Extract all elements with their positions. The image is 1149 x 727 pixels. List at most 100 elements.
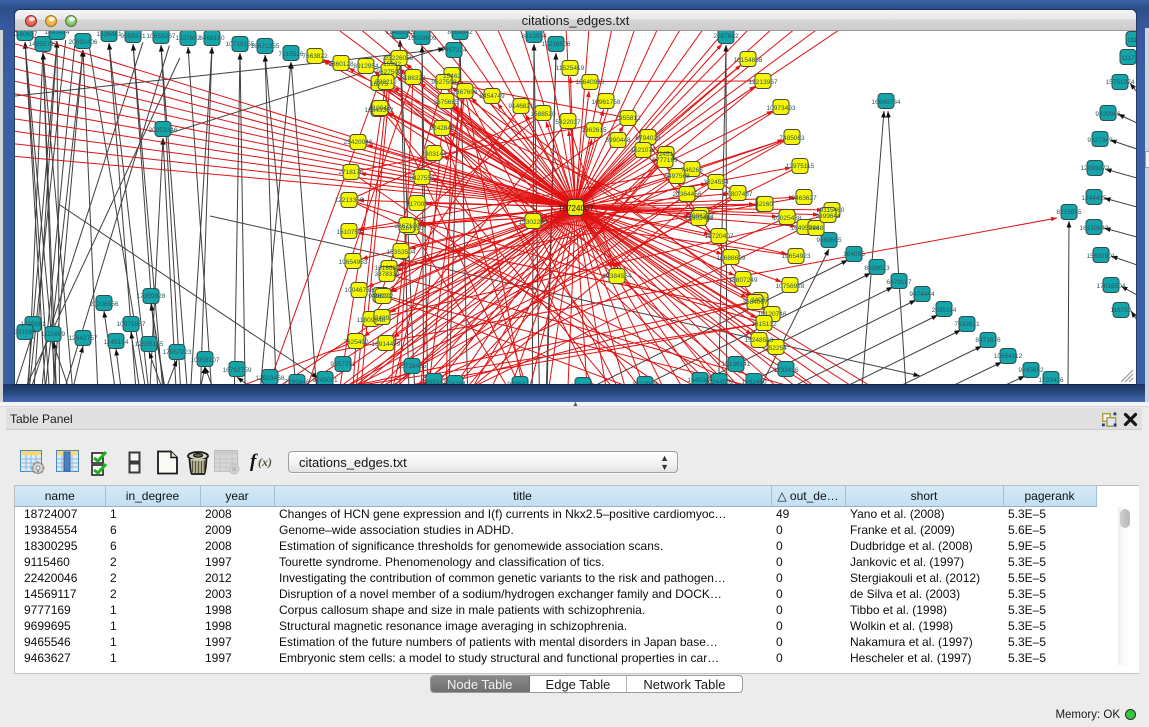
svg-text:8990448: 8990448 <box>605 137 631 144</box>
svg-text:10154838: 10154838 <box>734 57 763 64</box>
svg-text:15716485: 15716485 <box>398 363 427 370</box>
svg-text:16961758: 16961758 <box>592 99 621 106</box>
svg-text:62160: 62160 <box>755 201 773 208</box>
svg-text:817006: 817006 <box>406 201 428 208</box>
svg-text:5322037: 5322037 <box>555 119 581 126</box>
svg-text:10807487: 10807487 <box>724 191 753 198</box>
svg-text:12213369: 12213369 <box>335 197 364 204</box>
svg-text:1145194: 1145194 <box>104 339 129 346</box>
svg-text:1610755: 1610755 <box>336 229 362 236</box>
svg-text:16671355: 16671355 <box>251 43 280 50</box>
svg-text:9699644: 9699644 <box>815 213 841 220</box>
svg-text:1621072: 1621072 <box>630 147 656 154</box>
svg-text:9245652: 9245652 <box>1018 367 1044 374</box>
svg-text:8215955: 8215955 <box>1056 209 1082 216</box>
svg-text:10025438: 10025438 <box>773 215 802 222</box>
svg-text:1117: 1117 <box>1121 55 1135 62</box>
svg-text:7485063: 7485063 <box>779 135 805 142</box>
svg-text:15751074: 15751074 <box>1106 79 1135 86</box>
svg-text:7663822: 7663822 <box>302 53 328 60</box>
svg-text:9627506: 9627506 <box>376 69 402 76</box>
svg-text:18807249: 18807249 <box>729 277 758 284</box>
svg-text:1588520: 1588520 <box>530 111 556 118</box>
svg-text:8813054: 8813054 <box>521 33 547 40</box>
svg-text:10654112: 10654112 <box>994 353 1023 360</box>
svg-text:7295846: 7295846 <box>284 379 310 384</box>
svg-text:19903412: 19903412 <box>685 215 714 222</box>
svg-text:2367608: 2367608 <box>452 89 478 96</box>
svg-text:1435061: 1435061 <box>20 321 46 328</box>
svg-text:10688609: 10688609 <box>717 255 746 262</box>
svg-text:18724007: 18724007 <box>558 204 594 213</box>
svg-text:f: f <box>250 451 258 472</box>
svg-text:9935121: 9935121 <box>507 381 533 384</box>
svg-text:18640910: 18640910 <box>576 79 605 86</box>
svg-text:2718176: 2718176 <box>338 169 364 176</box>
svg-text:10756928: 10756928 <box>776 283 805 290</box>
svg-text:8427552: 8427552 <box>409 175 435 182</box>
svg-text:8448: 8448 <box>809 225 824 232</box>
svg-text:2935114: 2935114 <box>932 307 957 314</box>
svg-text:11525419: 11525419 <box>556 65 585 72</box>
svg-text:9058371: 9058371 <box>120 33 146 40</box>
svg-text:9242848: 9242848 <box>429 125 455 132</box>
svg-text:12923468: 12923468 <box>256 375 285 382</box>
svg-text:15302285: 15302285 <box>519 219 548 226</box>
svg-text:7357224: 7357224 <box>441 47 467 54</box>
svg-text:8471676: 8471676 <box>975 337 1001 344</box>
svg-text:15720407: 15720407 <box>705 233 734 240</box>
svg-text:7625402: 7625402 <box>343 339 369 346</box>
svg-text:1112: 1112 <box>1127 37 1136 44</box>
svg-text:3267130: 3267130 <box>394 223 420 230</box>
svg-text:164095: 164095 <box>843 251 865 258</box>
svg-text:110046: 110046 <box>369 105 391 112</box>
svg-text:9227349: 9227349 <box>1087 137 1113 144</box>
svg-text:12975115: 12975115 <box>786 163 815 170</box>
svg-text:3675685: 3675685 <box>433 99 459 106</box>
svg-text:16914479: 16914479 <box>372 341 401 348</box>
svg-text:17359928: 17359928 <box>137 293 166 300</box>
svg-text:20206556: 20206556 <box>90 301 119 308</box>
svg-text:19654923: 19654923 <box>782 253 811 260</box>
svg-text:1164204: 1164204 <box>571 383 596 384</box>
svg-text:8186328: 8186328 <box>400 75 426 82</box>
svg-text:2489: 2489 <box>375 315 390 322</box>
svg-text:16120746: 16120746 <box>758 311 787 318</box>
svg-text:10653267: 10653267 <box>147 33 176 40</box>
svg-text:23420046: 23420046 <box>344 139 373 146</box>
svg-text:8664842: 8664842 <box>447 31 473 36</box>
svg-text:1362615: 1362615 <box>581 127 607 134</box>
svg-text:1841424: 1841424 <box>44 31 70 36</box>
svg-text:17016504: 17016504 <box>1097 283 1126 290</box>
svg-text:9463627: 9463627 <box>791 195 817 202</box>
svg-text:12093872: 12093872 <box>1081 165 1110 172</box>
svg-text:7632621: 7632621 <box>954 321 980 328</box>
svg-text:16210643: 16210643 <box>1080 225 1109 232</box>
svg-text:1615132: 1615132 <box>751 321 777 328</box>
svg-text:833212: 833212 <box>375 79 397 86</box>
svg-text:3624554: 3624554 <box>703 179 729 186</box>
svg-text:12213967: 12213967 <box>749 79 778 86</box>
svg-text:776204: 776204 <box>444 381 466 384</box>
svg-text:3684067: 3684067 <box>742 299 768 306</box>
svg-text:15353594: 15353594 <box>387 249 416 256</box>
svg-text:252254: 252254 <box>765 345 787 352</box>
svg-text:331594: 331594 <box>15 329 36 336</box>
svg-text:19654983: 19654983 <box>339 259 368 266</box>
svg-text:1244415: 1244415 <box>1081 195 1107 202</box>
svg-text:98222: 98222 <box>374 293 392 300</box>
svg-text:17957223: 17957223 <box>163 349 192 356</box>
svg-text:16782759: 16782759 <box>223 367 252 374</box>
svg-text:7515526: 7515526 <box>278 51 304 58</box>
svg-text:8122905: 8122905 <box>632 381 658 384</box>
svg-text:6794028: 6794028 <box>635 135 661 142</box>
svg-text:(x): (x) <box>258 455 272 469</box>
svg-text:1160637: 1160637 <box>15 31 38 38</box>
svg-text:23226058: 23226058 <box>385 55 414 62</box>
svg-text:16033809: 16033809 <box>408 35 437 42</box>
svg-text:9474444: 9474444 <box>909 291 935 298</box>
svg-text:3878332: 3878332 <box>374 271 400 278</box>
svg-text:1092450: 1092450 <box>741 379 767 384</box>
svg-text:9329966: 9329966 <box>1095 111 1121 118</box>
svg-text:15136141: 15136141 <box>722 361 751 368</box>
